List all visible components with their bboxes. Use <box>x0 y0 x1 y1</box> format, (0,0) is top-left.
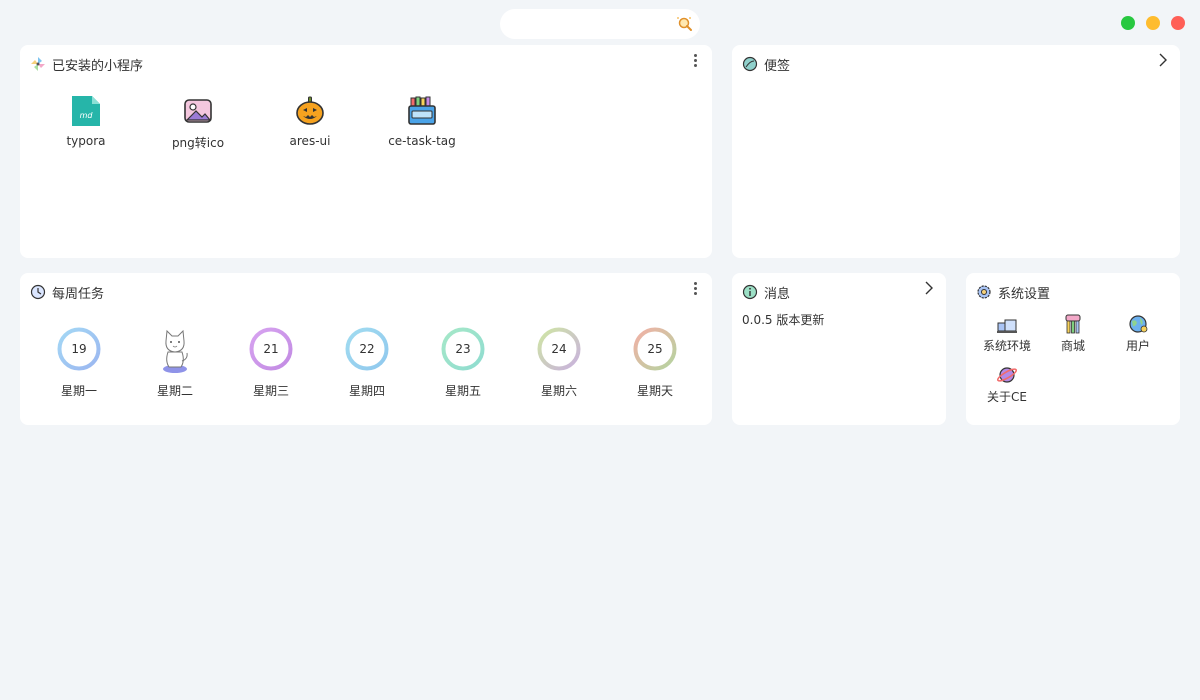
settings-item-user[interactable]: 用户 <box>1108 313 1168 354</box>
day-ring: 19 <box>55 325 103 373</box>
day-number: 21 <box>263 342 279 356</box>
day-item[interactable]: 24 星期六 <box>524 325 594 399</box>
search-icon[interactable] <box>674 14 694 34</box>
day-item[interactable]: 21 星期三 <box>236 325 306 399</box>
day-label: 星期六 <box>540 384 577 398</box>
settings-item-environment[interactable]: 系统环境 <box>977 313 1037 354</box>
more-options-icon[interactable] <box>692 282 698 296</box>
app-ares-ui[interactable]: ares-ui <box>265 95 355 148</box>
weekly-tasks-title: 每周任务 <box>52 286 105 302</box>
day-number: 25 <box>647 342 663 356</box>
settings-item-label: 关于CE <box>987 390 1027 404</box>
weekly-tasks-card: 每周任务 19 星期一 星期二 21 星期三 22 星期四 23 星期五 24 … <box>20 273 712 425</box>
settings-item-shop[interactable]: 商城 <box>1043 313 1103 354</box>
search-input[interactable] <box>514 9 674 39</box>
chevron-right-icon[interactable] <box>922 281 936 295</box>
leaf-icon <box>742 56 758 72</box>
notes-title: 便签 <box>764 58 791 74</box>
app-typora[interactable]: md typora <box>41 95 131 148</box>
chevron-right-icon[interactable] <box>1156 53 1170 67</box>
app-ce-task-tag[interactable]: ce-task-tag <box>377 95 467 148</box>
app-png-to-ico[interactable]: png转ico <box>153 95 243 151</box>
globe-user-icon <box>1127 313 1149 335</box>
clock-icon <box>30 284 46 300</box>
day-number: 22 <box>359 342 375 356</box>
pumpkin-icon <box>295 95 325 127</box>
weekly-tasks-header: 每周任务 <box>30 283 105 302</box>
day-number: 23 <box>455 342 471 356</box>
day-label: 星期五 <box>444 384 481 398</box>
environment-icon <box>996 313 1018 335</box>
shop-icon <box>1062 313 1084 335</box>
info-icon <box>742 284 758 300</box>
close-dot[interactable] <box>1171 16 1185 30</box>
day-item[interactable]: 25 星期天 <box>620 325 690 399</box>
day-label: 星期天 <box>636 384 673 398</box>
planet-icon <box>996 364 1018 386</box>
notes-header: 便签 <box>742 55 791 74</box>
installed-apps-title: 已安装的小程序 <box>52 58 144 74</box>
day-label: 星期一 <box>60 384 97 398</box>
svg-text:md: md <box>80 111 94 120</box>
settings-item-about[interactable]: 关于CE <box>977 364 1037 405</box>
search-bar[interactable] <box>500 9 700 39</box>
day-ring: 21 <box>247 325 295 373</box>
day-ring: 23 <box>439 325 487 373</box>
day-number: 19 <box>71 342 87 356</box>
day-label: 星期四 <box>348 384 385 398</box>
system-settings-card: 系统设置 系统环境 商城 用户 关于CE <box>966 273 1180 425</box>
app-label: ares-ui <box>289 134 331 148</box>
system-settings-title: 系统设置 <box>998 286 1051 302</box>
system-settings-header: 系统设置 <box>976 283 1051 302</box>
day-number: 24 <box>551 342 567 356</box>
day-ring: 25 <box>631 325 679 373</box>
settings-item-label: 系统环境 <box>982 339 1031 353</box>
app-label: ce-task-tag <box>388 134 456 148</box>
messages-title: 消息 <box>764 286 791 302</box>
message-item[interactable]: 0.0.5 版本更新 <box>742 311 824 328</box>
settings-item-label: 用户 <box>1125 339 1150 353</box>
minimize-dot[interactable] <box>1121 16 1135 30</box>
messages-header: 消息 <box>742 283 791 302</box>
notes-card[interactable]: 便签 <box>732 45 1180 258</box>
settings-item-label: 商城 <box>1060 339 1085 353</box>
image-icon <box>183 95 213 127</box>
app-label: typora <box>66 134 106 148</box>
day-label: 星期二 <box>156 384 193 398</box>
app-label: png转ico <box>171 136 225 150</box>
gear-icon <box>976 284 992 300</box>
pinwheel-icon <box>30 56 46 72</box>
day-item-today[interactable]: 星期二 <box>140 325 210 399</box>
day-item[interactable]: 23 星期五 <box>428 325 498 399</box>
more-options-icon[interactable] <box>692 54 698 68</box>
day-ring: 22 <box>343 325 391 373</box>
cat-icon <box>151 325 199 373</box>
day-label: 星期三 <box>252 384 289 398</box>
day-ring: 24 <box>535 325 583 373</box>
installed-apps-header: 已安装的小程序 <box>30 55 144 74</box>
day-item[interactable]: 22 星期四 <box>332 325 402 399</box>
crayon-box-icon <box>407 95 437 127</box>
installed-apps-card: 已安装的小程序 md typora png转ico ares-ui ce-tas… <box>20 45 712 258</box>
day-item[interactable]: 19 星期一 <box>44 325 114 399</box>
markdown-file-icon: md <box>71 95 101 127</box>
maximize-dot[interactable] <box>1146 16 1160 30</box>
day-number <box>151 325 199 373</box>
messages-card: 消息 0.0.5 版本更新 <box>732 273 946 425</box>
